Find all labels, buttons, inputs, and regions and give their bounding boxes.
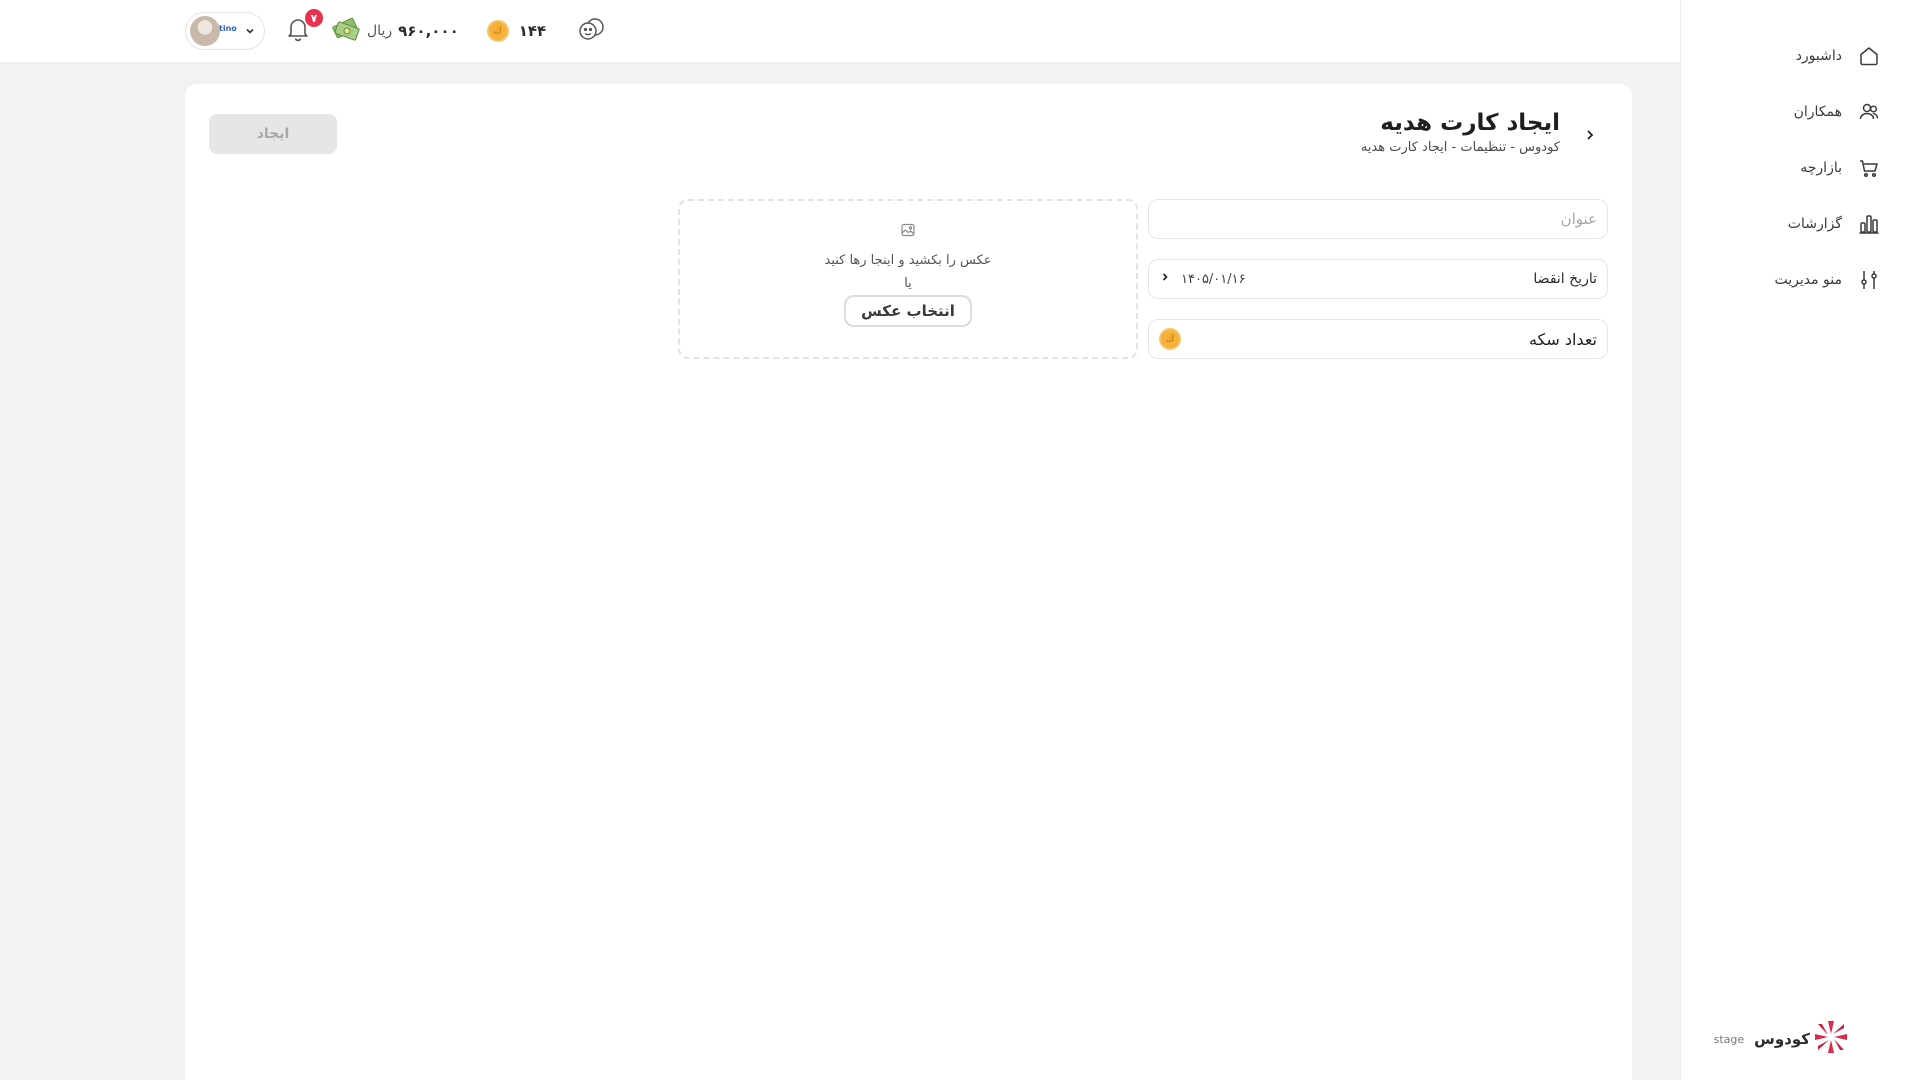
- user-menu[interactable]: tino: [185, 12, 265, 50]
- chevron-right-icon: [1583, 127, 1597, 146]
- sidebar-item-colleagues[interactable]: همکاران: [1680, 84, 1920, 140]
- dropzone-or: یا: [904, 276, 912, 291]
- chevron-right-icon: [1159, 271, 1171, 287]
- wallet-balance: ۹۶۰,۰۰۰ ریال: [331, 16, 459, 46]
- expiry-date-field[interactable]: تاریخ انقضا ۱۴۰۵/۰۱/۱۶: [1148, 259, 1608, 299]
- back-button[interactable]: [1578, 124, 1602, 148]
- wallet-unit: ریال: [367, 23, 393, 39]
- gift-card-form: تاریخ انقضا ۱۴۰۵/۰۱/۱۶ تعداد سکه ڬ: [1148, 199, 1608, 379]
- sidebar-item-reports[interactable]: گزارشات: [1680, 196, 1920, 252]
- expiry-date-value: ۱۴۰۵/۰۱/۱۶: [1181, 271, 1246, 287]
- environment-label: stage: [1713, 1032, 1745, 1046]
- page-title: ایجاد کارت هدیه: [1380, 110, 1560, 136]
- sidebar-item-dashboard[interactable]: داشبورد: [1680, 28, 1920, 84]
- bar-chart-icon: [1856, 211, 1882, 237]
- home-icon: [1856, 43, 1882, 69]
- sidebar-item-label: گزارشات: [1787, 216, 1842, 232]
- notification-badge: ۷: [305, 9, 323, 27]
- dropzone-hint: عکس را بکشید و اینجا رها کنید: [824, 253, 992, 268]
- sidebar-item-admin-menu[interactable]: منو مدیریت: [1680, 252, 1920, 308]
- wallet-amount: ۹۶۰,۰۰۰: [398, 22, 459, 40]
- sliders-icon: [1856, 267, 1882, 293]
- sidebar-nav: داشبورد همکاران بازارچه گزارشات منو مدیر…: [1680, 28, 1920, 308]
- create-button[interactable]: ایجاد: [209, 114, 337, 154]
- header-tools: ۱۴۴ ڬ ۹۶۰,۰۰۰ ریال ۷ tino: [185, 9, 608, 50]
- image-upload-icon: [899, 221, 917, 243]
- sidebar-item-label: همکاران: [1793, 104, 1842, 120]
- users-icon: [1856, 99, 1882, 125]
- coin-count: ۱۴۴: [518, 22, 547, 40]
- sidebar-item-label: منو مدیریت: [1774, 272, 1842, 288]
- cart-icon: [1856, 155, 1882, 181]
- money-icon: [331, 16, 361, 46]
- coin-icon: ڬ: [1159, 328, 1181, 350]
- coin-balance: ۱۴۴ ڬ: [486, 20, 547, 42]
- coin-count-label: تعداد سکه: [1528, 329, 1597, 349]
- coin-icon: ڬ: [486, 20, 509, 42]
- sidebar-item-market[interactable]: بازارچه: [1680, 140, 1920, 196]
- avatar: [190, 16, 220, 46]
- sidebar: داشبورد همکاران بازارچه گزارشات منو مدیر…: [1680, 0, 1920, 1080]
- expiry-date-label: تاریخ انقضا: [1533, 271, 1597, 287]
- coin-count-field[interactable]: تعداد سکه ڬ: [1148, 319, 1608, 359]
- breadcrumb: کودوس - تنظیمات - ایجاد کارت هدیه: [1360, 140, 1560, 155]
- logo-text: کودوس: [1754, 1030, 1810, 1048]
- emoji-feedback-icon: [576, 16, 608, 46]
- expiry-date-value-wrap: ۱۴۰۵/۰۱/۱۶: [1159, 271, 1246, 287]
- notifications-button[interactable]: ۷: [285, 9, 323, 47]
- sidebar-item-label: بازارچه: [1800, 160, 1842, 176]
- feedback-button[interactable]: [576, 16, 608, 46]
- kudos-logo-icon: [1814, 1020, 1848, 1058]
- main-card: ایجاد کارت هدیه کودوس - تنظیمات - ایجاد …: [185, 84, 1632, 1080]
- title-field-wrapper: [1148, 199, 1608, 239]
- chevron-down-icon: [244, 22, 256, 41]
- choose-image-button[interactable]: انتخاب عکس: [844, 295, 972, 327]
- user-name: tino: [219, 24, 237, 33]
- top-header: ۱۴۴ ڬ ۹۶۰,۰۰۰ ریال ۷ tino: [0, 0, 1680, 62]
- title-input[interactable]: [1159, 200, 1597, 238]
- image-dropzone[interactable]: عکس را بکشید و اینجا رها کنید یا انتخاب …: [678, 199, 1138, 359]
- page-header: ایجاد کارت هدیه کودوس - تنظیمات - ایجاد …: [1361, 110, 1560, 155]
- sidebar-item-label: داشبورد: [1795, 48, 1842, 64]
- app-logo[interactable]: کودوس stage: [1714, 1020, 1848, 1058]
